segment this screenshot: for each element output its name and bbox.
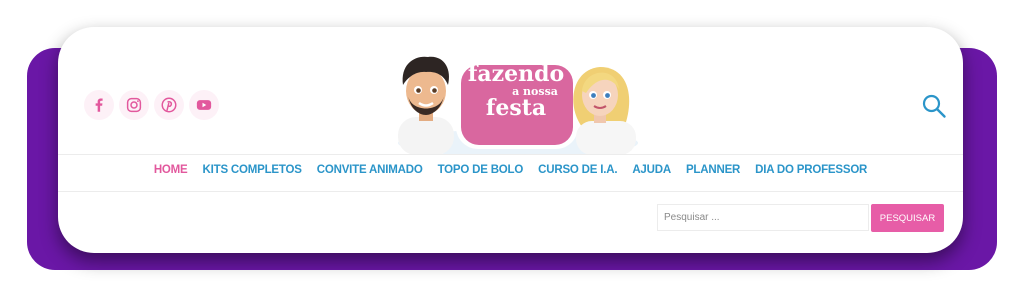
instagram-link[interactable] [119, 90, 149, 120]
facebook-icon [95, 98, 103, 112]
social-links [84, 90, 219, 120]
girl-character-illustration [573, 67, 636, 155]
logo-text-line3: festa [485, 95, 547, 121]
site-logo[interactable]: fazendo a nossa festa [386, 55, 651, 155]
nav-item-topo-de-bolo[interactable]: TOPO DE BOLO [438, 164, 524, 180]
search-input[interactable] [657, 204, 869, 231]
search-icon[interactable] [921, 93, 947, 119]
header-divider-top [58, 154, 963, 155]
instagram-icon [126, 97, 142, 113]
nav-item-kits-completos[interactable]: KITS COMPLETOS [203, 164, 302, 180]
youtube-icon [196, 100, 212, 110]
logo-wordmark: fazendo a nossa festa [456, 63, 576, 119]
nav-item-home[interactable]: HOME [154, 164, 188, 180]
logo-text-line1: fazendo [467, 61, 565, 87]
nav-item-planner[interactable]: PLANNER [686, 164, 740, 180]
pinterest-link[interactable] [154, 90, 184, 120]
site-header: fazendo a nossa festa HOME KITS COMPLETO… [58, 27, 963, 253]
facebook-link[interactable] [84, 90, 114, 120]
main-navigation: HOME KITS COMPLETOS CONVITE ANIMADO TOPO… [58, 164, 963, 180]
header-divider-bottom [58, 191, 963, 192]
youtube-link[interactable] [189, 90, 219, 120]
nav-item-curso-de-ia[interactable]: CURSO DE I.A. [538, 164, 617, 180]
nav-item-convite-animado[interactable]: CONVITE ANIMADO [317, 164, 423, 180]
nav-item-ajuda[interactable]: AJUDA [632, 164, 671, 180]
pinterest-icon [161, 97, 177, 113]
boy-character-illustration [398, 56, 454, 155]
search-button[interactable]: PESQUISAR [871, 204, 944, 232]
nav-item-dia-do-professor[interactable]: DIA DO PROFESSOR [755, 164, 867, 180]
